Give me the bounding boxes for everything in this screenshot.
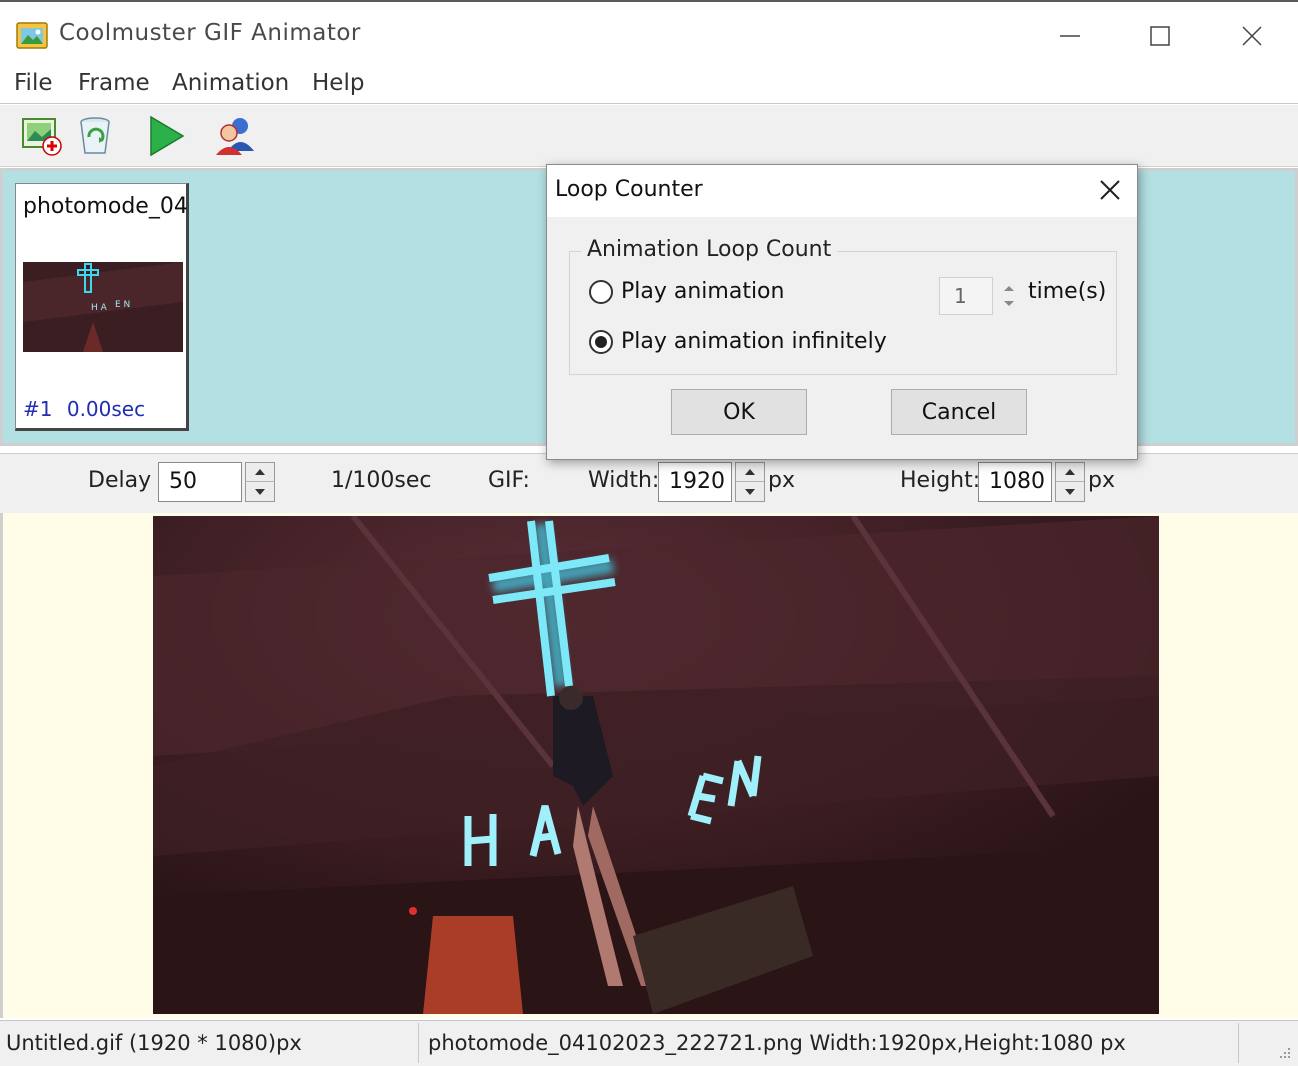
- loop-counter-dialog: Loop Counter Animation Loop Count Play a…: [546, 164, 1138, 460]
- loop-count-input[interactable]: 1: [939, 277, 993, 315]
- spin-up-icon[interactable]: [736, 463, 764, 482]
- option-play-infinite[interactable]: Play animation infinitely: [589, 329, 887, 354]
- svg-text:H A: H A: [91, 303, 108, 313]
- minimize-icon: [1060, 35, 1080, 37]
- spin-up-icon[interactable]: [246, 463, 274, 482]
- preview-image: [153, 514, 1159, 1014]
- option-play-count-label[interactable]: Play animation: [621, 279, 784, 304]
- frame-info: #1 0.00sec: [23, 397, 145, 421]
- loop-count-spinner[interactable]: [997, 277, 1023, 315]
- status-frame-info: photomode_04102023_222721.png Width:1920…: [428, 1031, 1126, 1055]
- frame-thumbnail: H A E N: [23, 262, 183, 352]
- width-unit: px: [768, 468, 795, 493]
- status-separator: [1238, 1023, 1239, 1063]
- loop-count-group: [569, 251, 1117, 375]
- status-separator: [418, 1023, 419, 1063]
- window-title: Coolmuster GIF Animator: [59, 20, 361, 46]
- close-button[interactable]: [1222, 16, 1282, 56]
- add-image-icon: [22, 118, 62, 156]
- height-unit: px: [1088, 468, 1115, 493]
- app-icon: [16, 20, 48, 50]
- ok-button[interactable]: OK: [671, 389, 807, 435]
- spin-up-icon[interactable]: [1056, 463, 1084, 482]
- close-icon: [1242, 26, 1262, 46]
- title-bar: Coolmuster GIF Animator: [0, 0, 1298, 64]
- cancel-button[interactable]: Cancel: [891, 389, 1027, 435]
- close-icon: [1100, 180, 1120, 200]
- users-icon: [216, 118, 254, 155]
- width-spinner[interactable]: [735, 462, 765, 502]
- frame-card[interactable]: photomode_04 H A E N #1 0.00sec: [15, 183, 189, 431]
- properties-bar: Delay : 50 1/100sec GIF: Width: 1920 px …: [0, 453, 1298, 513]
- spin-down-icon[interactable]: [1056, 482, 1084, 501]
- radio-play-count[interactable]: [589, 279, 613, 304]
- minimize-button[interactable]: [1040, 16, 1100, 56]
- times-label: time(s): [1028, 279, 1107, 304]
- gif-label: GIF:: [488, 468, 530, 493]
- frame-name: photomode_04: [23, 194, 188, 219]
- width-label: Width:: [588, 468, 660, 493]
- height-label: Height:: [900, 468, 981, 493]
- play-button[interactable]: [144, 113, 190, 159]
- delay-label: Delay :: [88, 468, 166, 493]
- height-spinner[interactable]: [1055, 462, 1085, 502]
- delay-input[interactable]: 50: [158, 462, 242, 502]
- play-icon: [150, 115, 185, 157]
- option-play-count[interactable]: Play animation: [589, 279, 784, 304]
- dialog-title: Loop Counter: [555, 177, 703, 202]
- status-file-info: Untitled.gif (1920 * 1080)px: [6, 1031, 302, 1055]
- spin-down-icon[interactable]: [736, 482, 764, 501]
- recycle-bin-icon: [80, 117, 110, 154]
- menu-bar: File Frame Animation Help: [0, 64, 1298, 104]
- frame-index: #1: [23, 397, 53, 421]
- menu-animation[interactable]: Animation: [172, 70, 289, 96]
- toolbar: [0, 105, 1298, 167]
- delete-button[interactable]: [74, 113, 120, 159]
- radio-play-infinite[interactable]: [589, 329, 613, 354]
- users-button[interactable]: [212, 113, 258, 159]
- menu-file[interactable]: File: [14, 70, 53, 96]
- option-play-infinite-label[interactable]: Play animation infinitely: [621, 329, 887, 354]
- svg-text:E N: E N: [115, 300, 130, 310]
- spin-down-icon[interactable]: [246, 482, 274, 501]
- spin-down-icon[interactable]: [1004, 301, 1014, 306]
- menu-frame[interactable]: Frame: [78, 70, 150, 96]
- maximize-button[interactable]: [1130, 16, 1190, 56]
- frame-delay: 0.00sec: [66, 397, 146, 421]
- add-image-button[interactable]: [20, 113, 66, 159]
- preview-area: [0, 513, 1298, 1018]
- maximize-icon: [1150, 26, 1170, 46]
- height-input[interactable]: 1080: [978, 462, 1052, 502]
- status-bar: Untitled.gif (1920 * 1080)px photomode_0…: [0, 1020, 1298, 1066]
- spin-up-icon[interactable]: [1004, 286, 1014, 291]
- width-input[interactable]: 1920: [658, 462, 732, 502]
- delay-spinner[interactable]: [245, 462, 275, 502]
- dialog-title-bar: Loop Counter: [547, 165, 1137, 217]
- delay-unit: 1/100sec: [331, 468, 432, 493]
- menu-help[interactable]: Help: [312, 70, 364, 96]
- dialog-close-button[interactable]: [1095, 175, 1125, 205]
- resize-grip-icon[interactable]: [1276, 1044, 1292, 1060]
- group-label: Animation Loop Count: [581, 237, 838, 262]
